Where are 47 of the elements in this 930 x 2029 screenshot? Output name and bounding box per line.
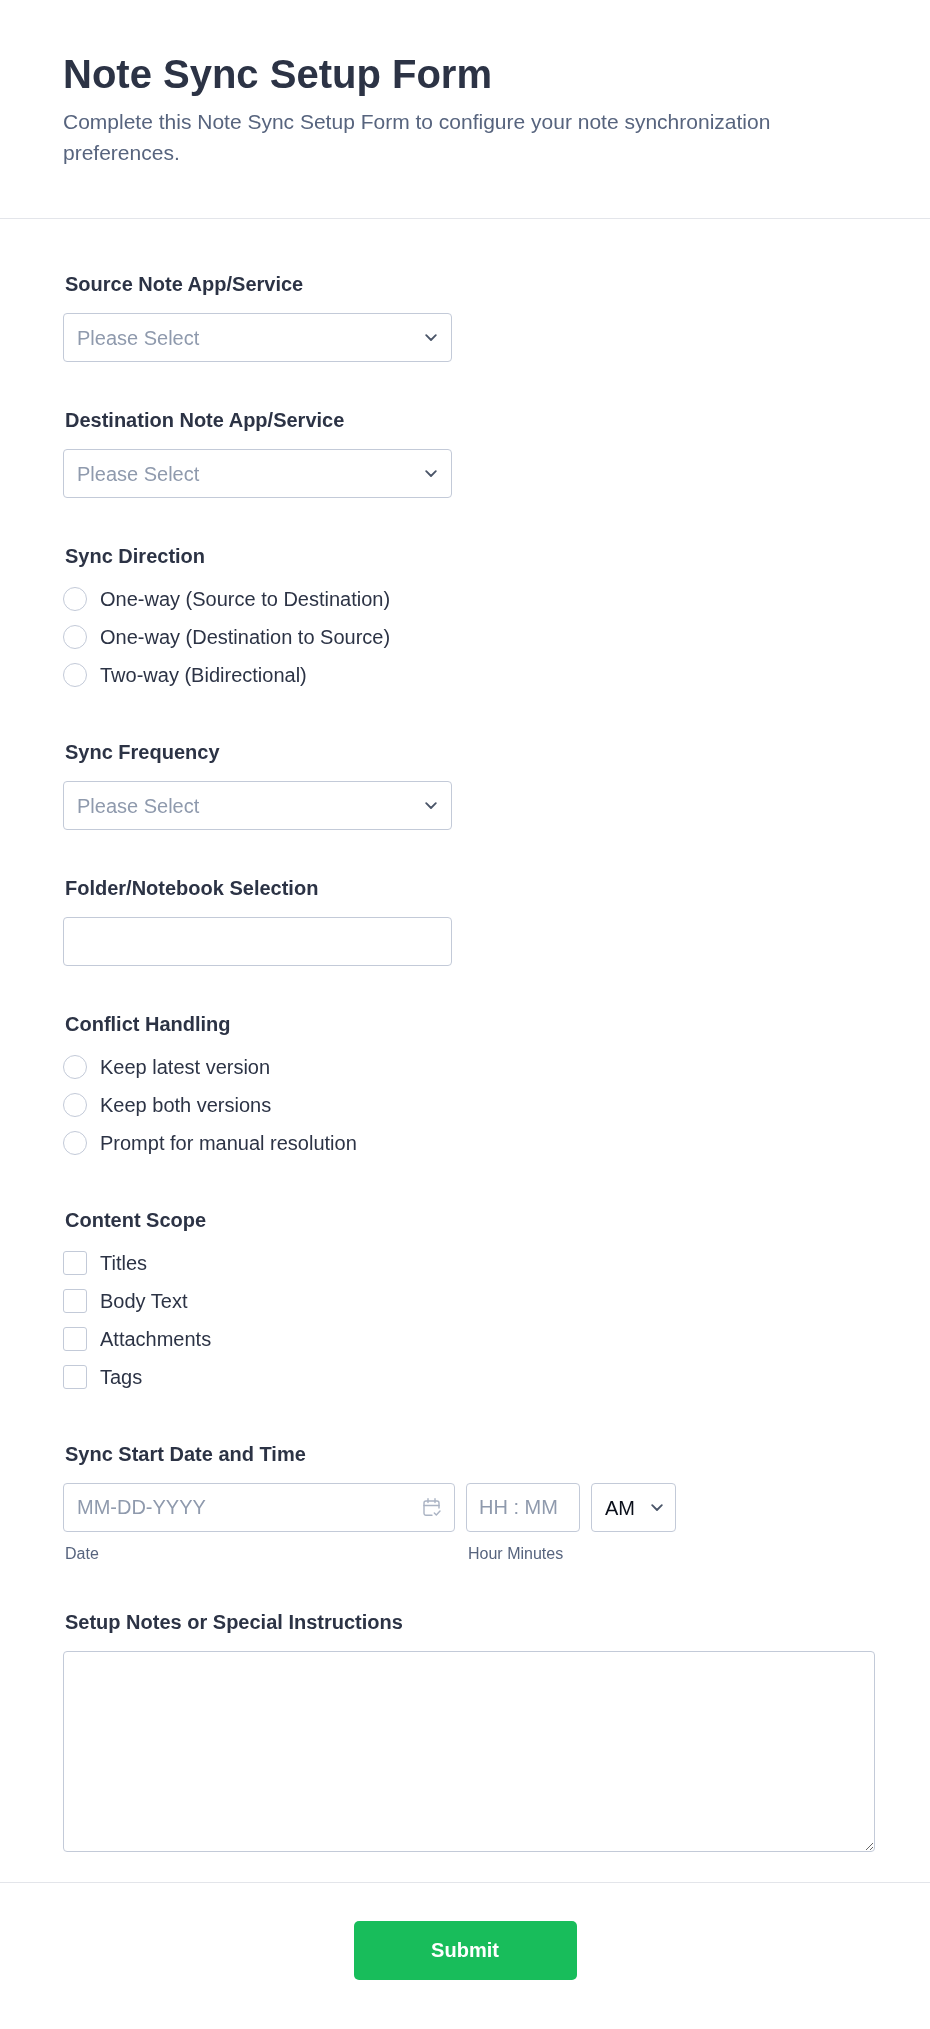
- dropdown-field[interactable]: Please Select: [63, 781, 452, 830]
- checkbox[interactable]: [63, 1251, 87, 1275]
- chevron-down-icon: [425, 469, 437, 478]
- option-label: Titles: [100, 1251, 148, 1275]
- field-label: Sync Frequency: [64, 740, 220, 764]
- radio-button[interactable]: [63, 625, 87, 649]
- checkbox[interactable]: [63, 1365, 87, 1389]
- text-input[interactable]: [63, 917, 452, 966]
- radio-button[interactable]: [63, 663, 87, 687]
- checkbox[interactable]: [63, 1289, 87, 1313]
- radio-button[interactable]: [63, 1093, 87, 1117]
- field-label: Sync Start Date and Time: [64, 1442, 306, 1466]
- radio-button[interactable]: [63, 1131, 87, 1155]
- dropdown-field[interactable]: Please Select: [63, 449, 452, 498]
- option-label: Body Text: [100, 1289, 188, 1313]
- option-label: Attachments: [100, 1327, 212, 1351]
- dropdown-field[interactable]: Please Select: [63, 313, 452, 362]
- option-label: Tags: [100, 1365, 143, 1389]
- radio-button[interactable]: [63, 587, 87, 611]
- form-title: Note Sync Setup Form: [63, 51, 492, 98]
- field-label: Destination Note App/Service: [64, 408, 345, 432]
- chevron-down-icon: [651, 1503, 663, 1512]
- option-label: Two-way (Bidirectional): [100, 663, 307, 687]
- notes-textarea[interactable]: [63, 1651, 875, 1852]
- chevron-down-icon: [425, 801, 437, 810]
- radio-button[interactable]: [63, 1055, 87, 1079]
- am-pm-dropdown[interactable]: AM: [591, 1483, 676, 1532]
- chevron-down-icon: [425, 333, 437, 342]
- date-field[interactable]: MM-DD-YYYY: [63, 1483, 455, 1532]
- submit-button[interactable]: Submit: [353, 1921, 577, 1980]
- option-label: One-way (Destination to Source): [100, 625, 391, 649]
- form-description: Complete this Note Sync Setup Form to configure your note synchronization preferences.: [63, 109, 772, 166]
- field-label: Conflict Handling: [64, 1012, 231, 1036]
- field-label: Source Note App/Service: [64, 272, 304, 296]
- field-sublabel: Hour Minutes: [468, 1544, 564, 1564]
- option-label: Prompt for manual resolution: [100, 1131, 357, 1155]
- checkbox[interactable]: [63, 1327, 87, 1351]
- field-label: Content Scope: [64, 1208, 207, 1232]
- field-sublabel: Date: [65, 1544, 99, 1564]
- calendar-icon: [423, 1498, 441, 1517]
- option-label: Keep latest version: [100, 1055, 271, 1079]
- option-label: One-way (Source to Destination): [100, 587, 391, 611]
- field-label: Setup Notes or Special Instructions: [64, 1610, 403, 1634]
- field-label: Folder/Notebook Selection: [64, 876, 319, 900]
- field-label: Sync Direction: [64, 544, 206, 568]
- option-label: Keep both versions: [100, 1093, 272, 1117]
- time-field[interactable]: HH : MM: [466, 1483, 580, 1532]
